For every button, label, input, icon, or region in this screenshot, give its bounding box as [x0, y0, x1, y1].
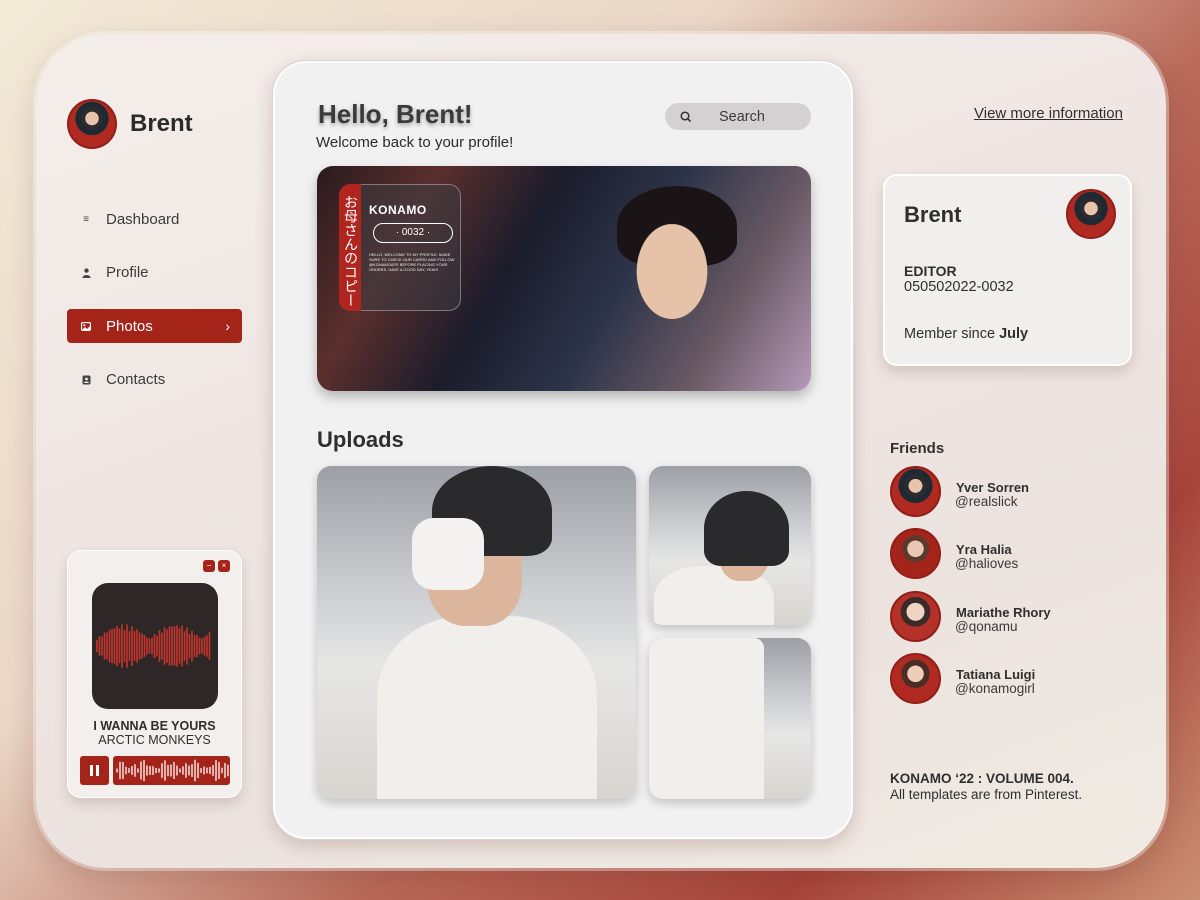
hero-brand: KONAMO [369, 203, 427, 217]
waveform-icon [116, 759, 229, 782]
friend-avatar [890, 528, 941, 579]
progress-waveform[interactable] [113, 756, 230, 785]
sidebar-item-label: Dashboard [106, 210, 180, 228]
search-label: Search [719, 108, 765, 125]
main-panel: Hello, Brent! Welcome back to your profi… [272, 60, 854, 840]
friend-avatar [890, 653, 941, 704]
card-avatar [1066, 189, 1116, 239]
friend-name: Yver Sorren [956, 480, 1029, 495]
hero-small-text: HELLO, WELCOME TO MY PROFILE. MAKE SURE … [369, 252, 455, 272]
card-role: EDITOR [904, 263, 957, 279]
person-icon [81, 267, 91, 278]
close-button[interactable]: × [218, 560, 230, 572]
upload-photo-1[interactable] [317, 466, 636, 799]
footer-title: KONAMO ‘22 : VOLUME 004. [890, 771, 1074, 786]
friend-item[interactable]: Tatiana Luigi @konamogirl [890, 653, 1140, 705]
upload-photo-3[interactable] [649, 638, 811, 799]
sidebar-item-photos[interactable]: Photos › [67, 309, 242, 343]
sidebar-item-profile[interactable]: Profile [67, 256, 242, 290]
pause-icon [90, 765, 93, 776]
friend-avatar [890, 591, 941, 642]
user-avatar[interactable] [67, 99, 117, 149]
footer-subtitle: All templates are from Pinterest. [890, 787, 1083, 802]
minimize-button[interactable]: − [203, 560, 215, 572]
chevron-right-icon: › [225, 318, 230, 334]
view-more-link[interactable]: View more information [974, 105, 1123, 122]
sidebar-item-label: Contacts [106, 371, 166, 388]
sidebar-item-label: Profile [106, 264, 149, 281]
album-art [92, 583, 218, 709]
friend-name: Mariathe Rhory [956, 605, 1051, 620]
soundwave-icon [96, 624, 211, 668]
friend-item[interactable]: Mariathe Rhory @qonamu [890, 591, 1140, 643]
sidebar-nav: ≡ Dashboard Profile Photos › Contacts [67, 202, 242, 416]
sidebar-item-dashboard[interactable]: ≡ Dashboard [67, 202, 242, 236]
friend-name: Tatiana Luigi [956, 667, 1036, 682]
search-icon [680, 110, 692, 122]
contacts-icon [81, 375, 91, 385]
profile-card: Brent EDITOR 050502022-0032 Member since… [883, 174, 1132, 366]
friend-item[interactable]: Yver Sorren @realslick [890, 466, 1140, 518]
card-name: Brent [904, 202, 962, 227]
card-id: 050502022-0032 [904, 279, 1014, 295]
uploads-title: Uploads [317, 427, 404, 452]
image-icon [81, 321, 91, 331]
friend-handle: @halioves [955, 556, 1019, 571]
friend-name: Yra Halia [956, 542, 1012, 557]
upload-photo-2[interactable] [649, 466, 811, 625]
friend-handle: @konamogirl [955, 681, 1035, 696]
song-title: I WANNA BE YOURS [93, 719, 216, 733]
friend-handle: @qonamu [955, 619, 1018, 634]
friend-item[interactable]: Yra Halia @halioves [890, 528, 1140, 580]
music-player: − × I WANNA BE YOURS ARCTIC MONKEYS [67, 550, 242, 798]
greeting-title: Hello, Brent! [318, 99, 473, 129]
search-button[interactable]: Search [665, 103, 811, 130]
hero-portrait [627, 211, 717, 321]
friends-title: Friends [890, 440, 945, 457]
friend-avatar [890, 466, 941, 517]
sidebar-item-label: Photos [106, 317, 153, 335]
user-name: Brent [130, 110, 193, 137]
pause-button[interactable] [80, 756, 109, 785]
song-artist: ARCTIC MONKEYS [98, 733, 211, 747]
hero-code: · 0032 · [373, 223, 453, 243]
menu-icon: ≡ [83, 213, 89, 225]
member-since: Member since July [904, 326, 1029, 342]
hero-vertical-text: お母さんのコピー [339, 184, 361, 311]
hero-banner[interactable]: お母さんのコピー KONAMO · 0032 · HELLO, WELCOME … [317, 166, 811, 391]
friend-handle: @realslick [955, 494, 1018, 509]
sidebar-item-contacts[interactable]: Contacts [67, 363, 242, 397]
welcome-text: Welcome back to your profile! [316, 134, 514, 151]
